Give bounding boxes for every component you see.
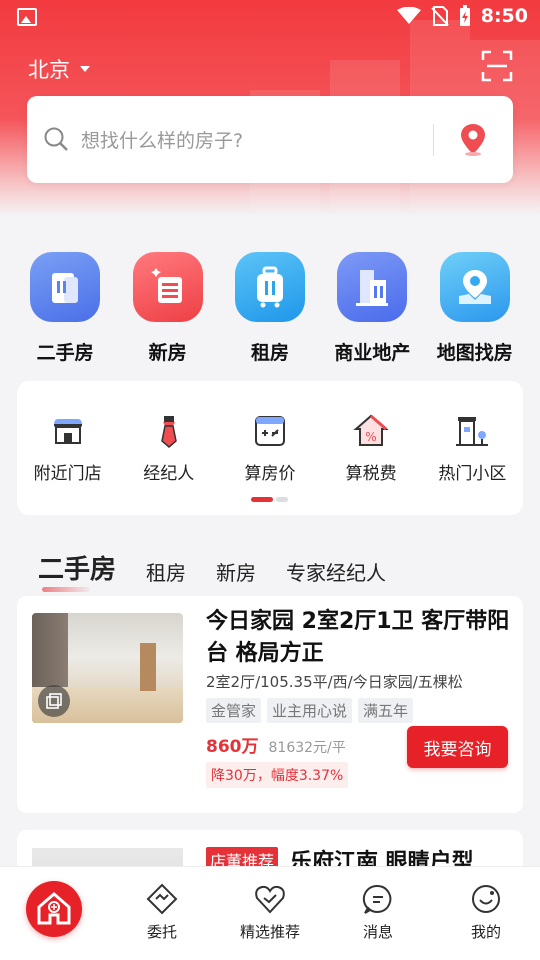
store-icon [53,419,82,444]
map-pin-icon [439,252,510,322]
category-label: 地图找房 [436,342,513,364]
nav-label: 委托 [146,923,177,941]
nav-label: 精选推荐 [239,923,300,941]
tool-agent[interactable]: 经纪人 [121,413,217,484]
new-house-icon [132,252,203,322]
nav-recommend[interactable]: 精选推荐 [220,883,320,942]
listing-tag: 金管家 [206,698,262,723]
smile-icon [472,885,500,913]
agent-tie-icon [160,416,177,448]
search-icon [44,127,68,151]
listing-title: 今日家园 2室2厅1卫 客厅带阳台 格局方正 [206,609,510,666]
page-dot-active [251,497,273,502]
category-rent[interactable]: 租房 [225,252,315,368]
calculator-icon [254,416,285,446]
consult-button[interactable]: 我要咨询 [407,726,508,768]
tools-card: 附近门店 经纪人 算房价 % 算税费 热门小区 [17,381,523,515]
category-grid: 二手房 新房 租房 商业地产 地图找房 [0,252,540,368]
tab-second-hand[interactable]: 二手房 [38,549,116,592]
category-map-search[interactable]: 地图找房 [430,252,520,368]
category-label: 商业地产 [334,342,411,364]
handshake-icon [146,883,178,915]
category-commercial[interactable]: 商业地产 [327,252,417,368]
listing-tag: 满五年 [358,698,414,723]
tool-label: 经纪人 [143,464,195,484]
tool-label: 算税费 [345,464,397,484]
listing-price: 860万 81632元/平 [206,732,346,757]
listing-tags: 金管家 业主用心说 满五年 [206,698,414,723]
city-selector[interactable]: 北京 [28,54,90,84]
wifi-icon [396,7,421,24]
category-new-house[interactable]: 新房 [123,252,213,368]
price-per-sqm: 81632元/平 [268,740,346,756]
building-icon [30,252,101,322]
luggage-icon [234,252,305,322]
bottom-nav: 委托 精选推荐 消息 我的 [0,866,540,960]
nav-messages[interactable]: 消息 [328,883,428,942]
svg-text:%: % [365,430,376,444]
tab-rent[interactable]: 租房 [146,557,186,586]
home-logo-button[interactable] [26,881,82,937]
scan-icon[interactable] [481,50,513,82]
listing-card[interactable]: 今日家园 2室2厅1卫 客厅带阳台 格局方正 2室2厅/105.35平/西/今日… [17,596,523,813]
status-bar: 8:50 [0,0,540,36]
chevron-down-icon [80,66,90,72]
search-divider [433,124,434,156]
nav-profile[interactable]: 我的 [436,883,536,942]
header-banner: 8:50 北京 想找什么样的房子? [0,0,540,216]
tab-expert-agent[interactable]: 专家经纪人 [286,557,386,586]
city-label: 北京 [28,58,70,82]
nav-entrust[interactable]: 委托 [112,883,212,942]
tool-tax-calc[interactable]: % 算税费 [323,413,419,484]
price-total: 860万 [206,737,259,757]
status-time: 8:50 [480,5,528,27]
tool-label: 热门小区 [438,464,507,484]
tool-label: 算房价 [244,464,296,484]
no-sim-icon [431,6,449,26]
search-input[interactable]: 想找什么样的房子? [81,126,243,153]
listing-photo[interactable] [32,613,183,723]
message-icon [362,884,392,914]
category-label: 租房 [250,342,289,364]
page-dot [276,497,288,502]
listing-tag: 业主用心说 [267,698,353,723]
community-icon [456,417,489,446]
listing-subtitle: 2室2厅/105.35平/西/今日家园/五棵松 [206,673,463,691]
category-second-hand[interactable]: 二手房 [20,252,110,368]
tool-price-calc[interactable]: 算房价 [222,413,318,484]
page-indicator [251,497,288,502]
search-bar[interactable]: 想找什么样的房子? [27,96,513,183]
tool-nearby-store[interactable]: 附近门店 [20,413,116,484]
category-label: 二手房 [36,342,94,364]
tab-new-house[interactable]: 新房 [216,557,256,586]
home-logo-icon [37,892,71,925]
price-drop-badge: 降30万，幅度3.37% [206,762,349,788]
tax-house-icon: % [353,414,389,446]
heart-check-icon [255,885,285,914]
nav-label: 消息 [362,923,393,941]
image-notification-icon [17,8,37,26]
gallery-icon [38,685,70,717]
listing-tabs: 二手房 租房 新房 专家经纪人 [38,549,386,592]
tool-label: 附近门店 [33,464,102,484]
battery-icon [459,5,470,26]
category-label: 新房 [148,342,187,364]
nav-label: 我的 [470,923,501,941]
location-pin-icon[interactable] [458,122,488,156]
tool-hot-community[interactable]: 热门小区 [424,413,520,484]
office-tower-icon [337,252,408,322]
